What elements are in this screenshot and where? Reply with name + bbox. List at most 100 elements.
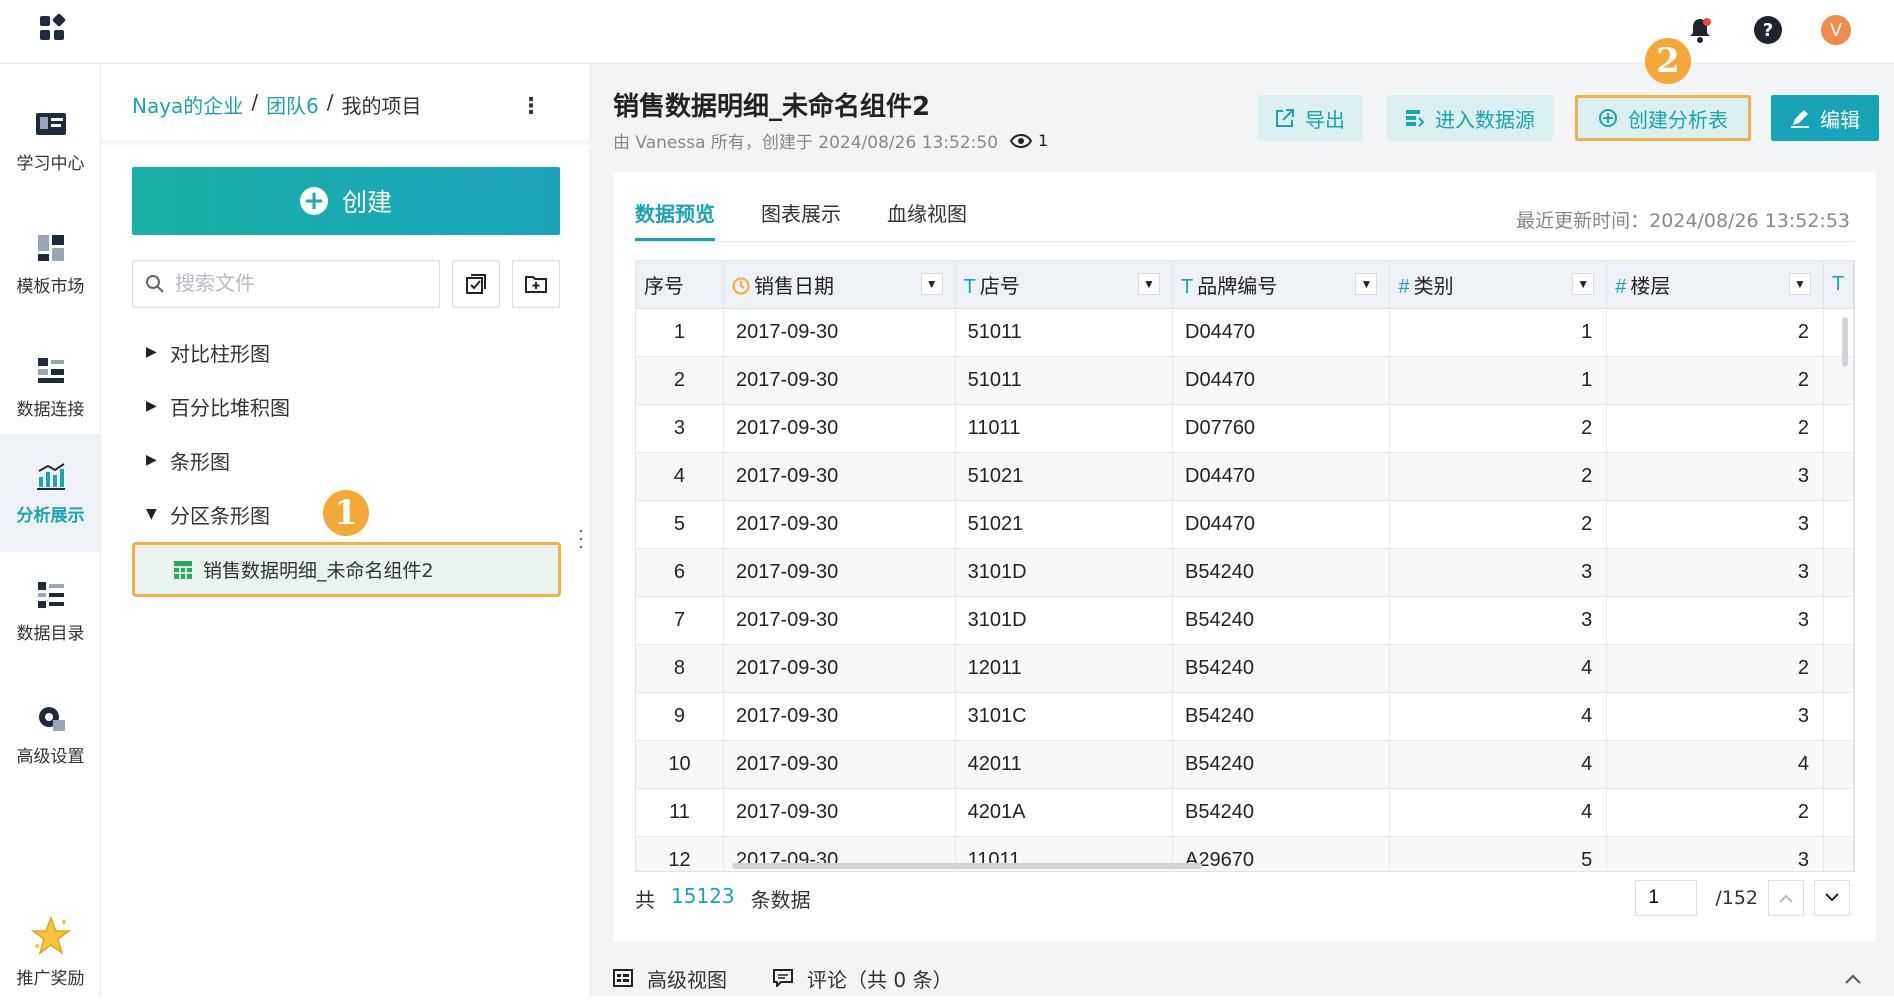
column-header[interactable]: T 品牌编号 ▼ xyxy=(1172,261,1391,309)
table-cell[interactable]: 9 xyxy=(636,692,724,741)
table-cell[interactable]: B54240 xyxy=(1172,740,1391,789)
notification-bell-icon[interactable] xyxy=(1680,10,1720,50)
table-cell[interactable]: 3 xyxy=(1606,500,1824,549)
table-cell[interactable]: 4 xyxy=(1389,788,1608,837)
batch-select-button[interactable] xyxy=(452,260,500,308)
breadcrumb-team[interactable]: 团队6 xyxy=(266,90,319,119)
table-cell[interactable]: 4 xyxy=(1389,692,1608,741)
table-cell[interactable]: B54240 xyxy=(1172,644,1391,693)
table-cell[interactable]: 10 xyxy=(636,740,724,789)
user-avatar-button[interactable]: V xyxy=(1816,10,1856,50)
table-cell[interactable]: 3 xyxy=(1606,836,1824,871)
tab-lineage-view[interactable]: 血缘视图 xyxy=(887,186,967,238)
table-cell[interactable]: 6 xyxy=(636,548,724,597)
table-cell[interactable]: 8 xyxy=(636,644,724,693)
table-cell[interactable]: 2 xyxy=(1389,452,1608,501)
breadcrumb-enterprise[interactable]: Naya的企业 xyxy=(132,90,243,119)
page-number-input[interactable] xyxy=(1635,880,1698,916)
table-cell[interactable]: 3 xyxy=(1389,596,1608,645)
enter-datasource-button[interactable]: 进入数据源 xyxy=(1387,95,1553,141)
table-cell[interactable]: 3 xyxy=(1389,548,1608,597)
table-cell[interactable]: 2017-09-30 xyxy=(723,308,956,357)
table-cell[interactable]: 2017-09-30 xyxy=(723,548,956,597)
table-cell[interactable]: 2 xyxy=(1389,500,1608,549)
table-cell[interactable]: 4 xyxy=(636,452,724,501)
table-row[interactable]: 2 2017-09-30 51011 D04470 1 2 xyxy=(636,356,1854,405)
table-cell[interactable]: 2 xyxy=(1606,644,1824,693)
table-cell[interactable]: 4201A xyxy=(955,788,1174,837)
table-cell[interactable]: 12 xyxy=(636,836,724,871)
table-cell[interactable]: 51021 xyxy=(955,500,1174,549)
table-cell[interactable]: 2 xyxy=(636,356,724,405)
column-header[interactable]: 序号 xyxy=(636,261,724,309)
table-cell[interactable]: 5 xyxy=(1389,836,1608,871)
tab-chart-display[interactable]: 图表展示 xyxy=(761,186,841,238)
panel-resize-handle[interactable]: · · · xyxy=(578,523,584,557)
table-cell[interactable]: 2 xyxy=(1606,356,1824,405)
table-cell[interactable]: 3 xyxy=(1606,548,1824,597)
table-cell[interactable]: 3 xyxy=(1606,452,1824,501)
table-row[interactable]: 7 2017-09-30 3101D B54240 3 3 xyxy=(636,596,1854,645)
table-row[interactable]: 5 2017-09-30 51021 D04470 2 3 xyxy=(636,500,1854,549)
table-cell[interactable]: 3 xyxy=(636,404,724,453)
table-cell[interactable]: 11 xyxy=(636,788,724,837)
table-row[interactable]: 3 2017-09-30 11011 D07760 2 2 xyxy=(636,404,1854,453)
table-cell[interactable]: 4 xyxy=(1389,740,1608,789)
table-cell[interactable]: 4 xyxy=(1606,740,1824,789)
search-input[interactable] xyxy=(175,272,415,296)
table-cell[interactable]: B54240 xyxy=(1172,548,1391,597)
table-cell[interactable]: B54240 xyxy=(1172,596,1391,645)
page-down-button[interactable] xyxy=(1814,880,1850,916)
table-cell[interactable]: 2 xyxy=(1389,404,1608,453)
column-header[interactable]: 销售日期 ▼ xyxy=(723,261,956,309)
vertical-scrollbar[interactable] xyxy=(1842,317,1848,367)
column-dropdown-icon[interactable]: ▼ xyxy=(920,273,943,295)
table-cell[interactable]: D04470 xyxy=(1172,500,1391,549)
table-cell[interactable]: 5 xyxy=(636,500,724,549)
table-cell[interactable]: 2017-09-30 xyxy=(723,404,956,453)
column-header[interactable]: # 类别 ▼ xyxy=(1389,261,1608,309)
table-cell[interactable]: 3101D xyxy=(955,596,1174,645)
tree-item-selected-table[interactable]: 销售数据明细_未命名组件2 xyxy=(132,542,561,597)
new-folder-button[interactable] xyxy=(512,260,560,308)
comments-button[interactable]: 评论（共 0 条） xyxy=(773,964,952,993)
horizontal-scrollbar[interactable] xyxy=(732,863,1202,869)
table-cell[interactable]: 3 xyxy=(1606,692,1824,741)
table-cell[interactable]: 2 xyxy=(1606,788,1824,837)
table-cell[interactable]: 2017-09-30 xyxy=(723,596,956,645)
table-cell[interactable]: 3 xyxy=(1606,596,1824,645)
app-grid-icon[interactable] xyxy=(38,13,66,42)
page-up-button[interactable] xyxy=(1768,880,1804,916)
nav-item-template-market[interactable]: 模板市场 xyxy=(0,205,101,323)
export-button[interactable]: 导出 xyxy=(1257,95,1363,141)
table-cell[interactable]: B54240 xyxy=(1172,692,1391,741)
nav-item-data-connection[interactable]: 数据连接 xyxy=(0,328,101,446)
table-row[interactable]: 8 2017-09-30 12011 B54240 4 2 xyxy=(636,644,1854,693)
nav-item-analysis-display[interactable]: 分析展示 xyxy=(0,434,101,552)
create-analysis-table-button[interactable]: 创建分析表 xyxy=(1575,95,1751,141)
table-cell[interactable]: 42011 xyxy=(955,740,1174,789)
table-cell[interactable]: A29670 xyxy=(1172,836,1391,871)
table-cell[interactable]: B54240 xyxy=(1172,788,1391,837)
more-options-icon[interactable]: ⋮ xyxy=(520,92,542,122)
table-cell[interactable]: 2017-09-30 xyxy=(723,692,956,741)
nav-item-data-catalog[interactable]: 数据目录 xyxy=(0,552,101,670)
column-header[interactable]: T 店号 ▼ xyxy=(955,261,1174,309)
tree-folder-percent-stacked[interactable]: ▶ 百分比堆积图 xyxy=(146,386,290,426)
table-cell[interactable]: 1 xyxy=(1389,308,1608,357)
data-grid[interactable]: 序号 销售日期 ▼ T 店号 ▼ T 品牌编号 ▼ # 类别 ▼ # 楼层 ▼ T 1 2017-0… xyxy=(635,260,1855,872)
edit-button[interactable]: 编辑 xyxy=(1771,95,1879,141)
column-dropdown-icon[interactable]: ▼ xyxy=(1572,273,1595,295)
create-button[interactable]: + 创建 xyxy=(132,167,560,235)
table-cell[interactable]: 12011 xyxy=(955,644,1174,693)
table-cell[interactable]: 2 xyxy=(1606,308,1824,357)
nav-item-promotion-reward[interactable]: 推广奖励 xyxy=(0,902,101,1002)
table-cell[interactable]: 2 xyxy=(1606,404,1824,453)
table-cell[interactable]: D04470 xyxy=(1172,452,1391,501)
column-dropdown-icon[interactable]: ▼ xyxy=(1138,273,1160,295)
table-cell[interactable]: 2017-09-30 xyxy=(723,788,956,837)
help-button[interactable]: ? xyxy=(1748,10,1788,50)
table-cell[interactable]: 3101C xyxy=(955,692,1174,741)
tree-folder-partition-bar[interactable]: ▼ 分区条形图 xyxy=(146,494,270,534)
advanced-view-button[interactable]: 高级视图 xyxy=(613,964,727,993)
